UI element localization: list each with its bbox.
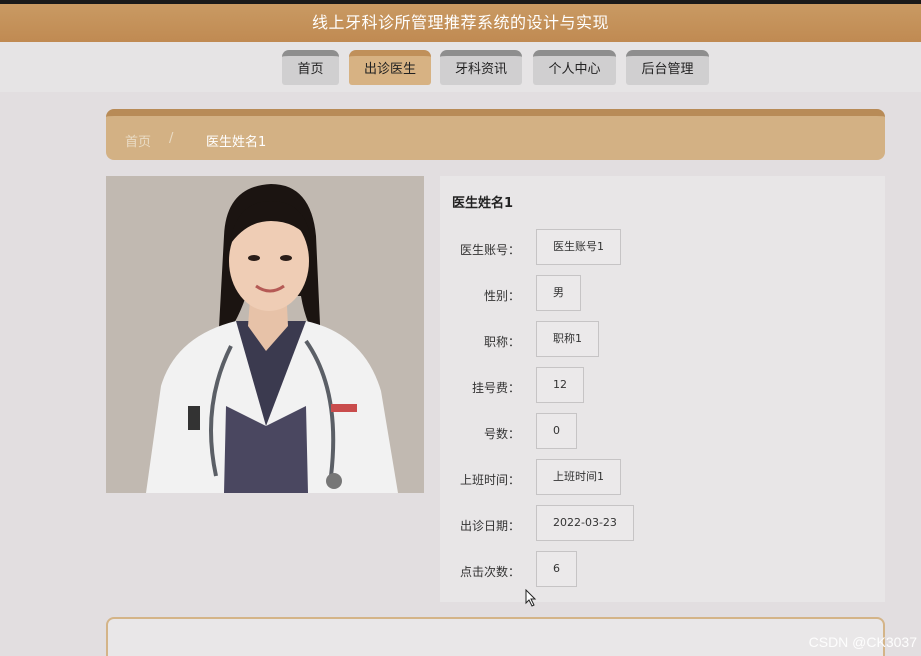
breadcrumb-home-link[interactable]: 首页 bbox=[125, 131, 151, 150]
click-count-value: 6 bbox=[536, 551, 577, 587]
work-time-value: 上班时间1 bbox=[536, 459, 621, 495]
account-label: 医生账号： bbox=[459, 243, 520, 257]
doctor-portrait-image bbox=[106, 176, 424, 493]
breadcrumb-separator: / bbox=[169, 131, 174, 146]
title-label: 职称： bbox=[483, 335, 520, 349]
nav-dental-news[interactable]: 牙科资讯 bbox=[440, 50, 522, 85]
registration-fee-label: 挂号费： bbox=[471, 381, 520, 395]
click-count-label: 点击次数： bbox=[459, 565, 520, 579]
nav-doctors[interactable]: 出诊医生 bbox=[349, 50, 431, 85]
doctor-photo bbox=[106, 176, 424, 493]
work-time-label: 上班时间： bbox=[459, 473, 520, 487]
visit-date-label: 出诊日期： bbox=[459, 519, 520, 533]
doctor-name-heading: 医生姓名1 bbox=[452, 196, 514, 211]
mouse-cursor-icon bbox=[525, 589, 537, 607]
main-nav: 首页 出诊医生 牙科资讯 个人中心 后台管理 bbox=[0, 42, 921, 92]
breadcrumb-current: 医生姓名1 bbox=[206, 135, 267, 150]
watermark-text: CSDN @CK3037 bbox=[808, 634, 917, 650]
registration-fee-value: 12 bbox=[536, 367, 584, 403]
slot-count-value: 0 bbox=[536, 413, 577, 449]
gender-value: 男 bbox=[536, 275, 581, 311]
doctor-info-panel: 医生姓名1 医生账号： 医生账号1 性别： 男 职称： 职称1 挂号费： 12 … bbox=[440, 176, 885, 602]
breadcrumb: 首页 / 医生姓名1 bbox=[106, 109, 885, 160]
visit-date-value: 2022-03-23 bbox=[536, 505, 634, 541]
detail-content-box bbox=[106, 617, 885, 656]
nav-home[interactable]: 首页 bbox=[282, 50, 339, 85]
title-value: 职称1 bbox=[536, 321, 599, 357]
nav-admin[interactable]: 后台管理 bbox=[626, 50, 709, 85]
gender-label: 性别： bbox=[483, 289, 520, 303]
account-value: 医生账号1 bbox=[536, 229, 621, 265]
site-header: 线上牙科诊所管理推荐系统的设计与实现 bbox=[0, 4, 921, 42]
slot-count-label: 号数： bbox=[483, 427, 520, 441]
site-title: 线上牙科诊所管理推荐系统的设计与实现 bbox=[311, 13, 609, 32]
nav-personal-center[interactable]: 个人中心 bbox=[533, 50, 616, 85]
